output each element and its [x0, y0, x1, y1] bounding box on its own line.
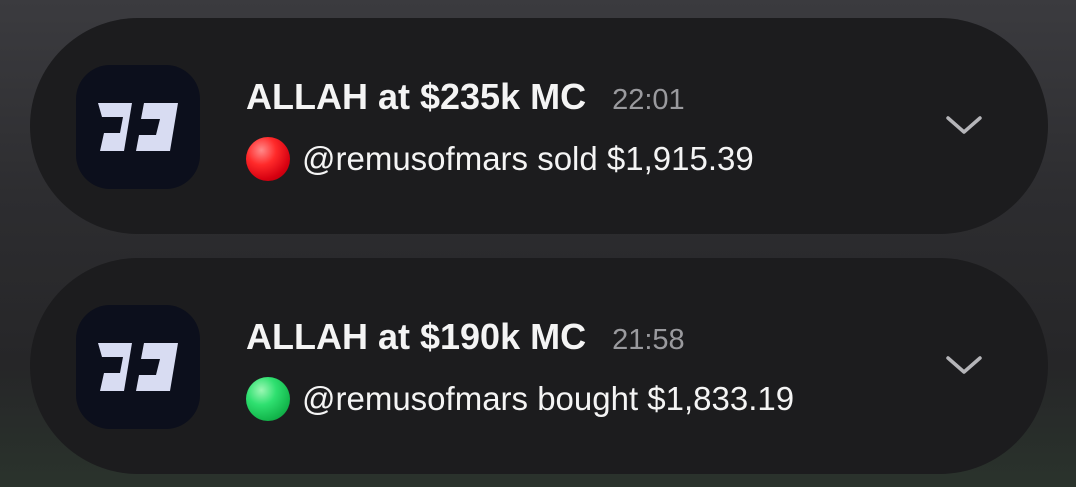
- notification-message: @remusofmars sold $1,915.39: [302, 140, 754, 177]
- red-circle-icon: [246, 137, 290, 181]
- notification-header: ALLAH at $235k MC 22:01: [246, 76, 685, 118]
- expand-button[interactable]: [944, 350, 984, 380]
- notification-body: @remusofmars bought $1,833.19: [246, 377, 794, 421]
- logo-glyph: [98, 343, 178, 391]
- app-logo-icon: [76, 65, 200, 189]
- chevron-down-icon: [946, 356, 982, 374]
- notification-message: @remusofmars bought $1,833.19: [302, 380, 795, 417]
- notification-card[interactable]: ALLAH at $235k MC 22:01 @remusofmars sol…: [30, 18, 1048, 234]
- app-logo-icon: [76, 305, 200, 429]
- chevron-down-icon: [946, 116, 982, 134]
- notification-time: 21:58: [612, 324, 685, 356]
- notification-body: @remusofmars sold $1,915.39: [246, 137, 754, 181]
- logo-glyph: [98, 103, 178, 151]
- notification-time: 22:01: [612, 84, 685, 116]
- notification-header: ALLAH at $190k MC 21:58: [246, 316, 685, 358]
- notification-card[interactable]: ALLAH at $190k MC 21:58 @remusofmars bou…: [30, 258, 1048, 474]
- notification-title: ALLAH at $235k MC: [246, 76, 587, 117]
- green-circle-icon: [246, 377, 290, 421]
- expand-button[interactable]: [944, 110, 984, 140]
- notification-title: ALLAH at $190k MC: [246, 316, 587, 357]
